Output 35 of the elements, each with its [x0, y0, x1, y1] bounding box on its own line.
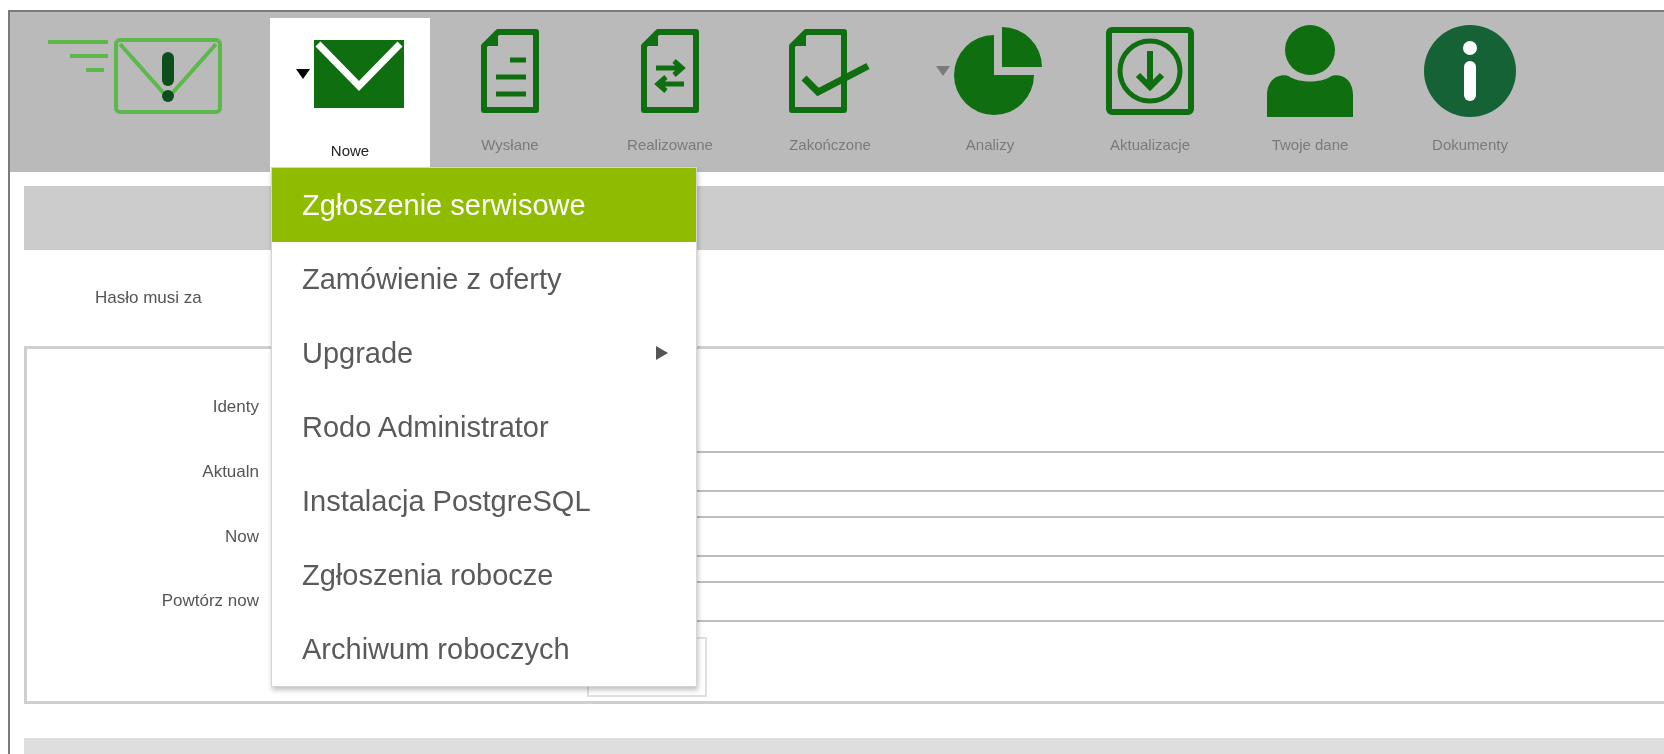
field-label: Now — [224, 526, 259, 547]
toolbar-tab[interactable]: Zakończone — [750, 12, 910, 172]
toolbar-tab[interactable]: Aktualizacje — [1070, 12, 1230, 172]
pie-chart-icon — [954, 25, 1044, 117]
toolbar-tab[interactable]: Analizy — [910, 12, 1070, 172]
password-notice: Hasło musi za — [95, 288, 202, 308]
field-label: Aktualn — [201, 461, 259, 482]
toolbar-tab[interactable]: Dokumenty — [1390, 12, 1550, 172]
menu-item[interactable]: Zamówienie z oferty — [272, 242, 696, 316]
menu-item[interactable]: Zgłoszenia robocze — [272, 538, 696, 612]
tab-label: Nowe — [330, 142, 370, 159]
alert-mail-logo-icon — [48, 38, 224, 116]
menu-item[interactable]: Rodo Administrator — [272, 390, 696, 464]
document-icon — [480, 28, 540, 114]
person-icon — [1265, 25, 1355, 117]
download-icon — [1106, 27, 1194, 115]
tab-label: Twoje dane — [1271, 136, 1349, 153]
menu-item[interactable]: Upgrade — [272, 316, 696, 390]
toolbar-tab[interactable]: Nowe — [270, 18, 430, 172]
tab-label: Zakończone — [789, 136, 871, 153]
menu-item[interactable]: Archiwum roboczych — [272, 612, 696, 686]
field-label: Powtórz now — [160, 591, 259, 612]
menu-item[interactable]: Zgłoszenie serwisowe — [272, 168, 696, 242]
tab-label: Realizowane — [627, 136, 713, 153]
menu-item[interactable]: Instalacja PostgreSQL — [272, 464, 696, 538]
tab-label: Analizy — [965, 136, 1015, 153]
tab-label: Wysłane — [481, 136, 539, 153]
tab-label: Dokumenty — [1432, 136, 1508, 153]
document-sync-icon — [640, 28, 700, 114]
field-label: Identy — [211, 397, 259, 418]
document-check-icon — [788, 28, 872, 114]
envelope-icon — [314, 40, 404, 108]
info-icon — [1424, 25, 1516, 117]
tab-label: Aktualizacje — [1109, 136, 1190, 153]
toolbar-tab[interactable]: Twoje dane — [1230, 12, 1390, 172]
